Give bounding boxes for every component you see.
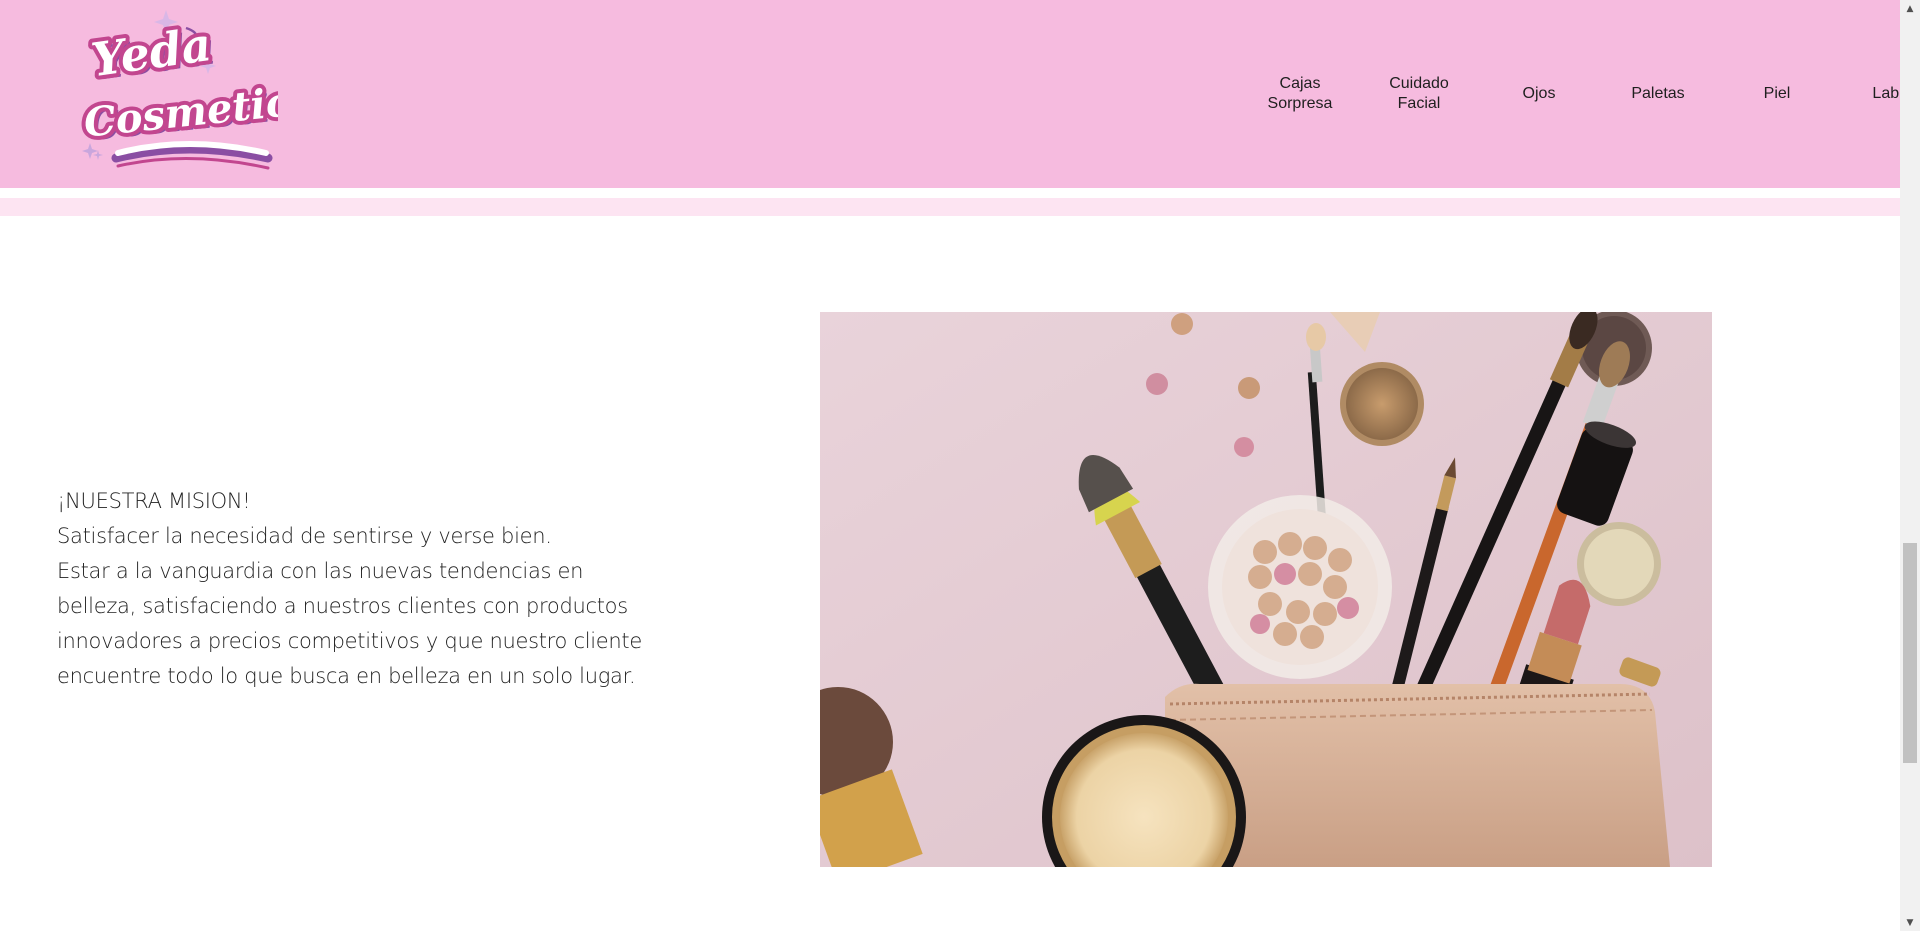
scroll-up-arrow-icon[interactable]: ▲ xyxy=(1900,0,1920,17)
mission-section: ¡NUESTRA MISION! Satisfacer la necesidad… xyxy=(57,484,667,694)
nav-item-cuidado-facial[interactable]: Cuidado Facial xyxy=(1364,74,1474,114)
scroll-thumb[interactable] xyxy=(1903,543,1917,763)
nav-item-ojos[interactable]: Ojos xyxy=(1484,84,1594,104)
makeup-photo xyxy=(820,312,1712,867)
scroll-down-arrow-icon[interactable]: ▼ xyxy=(1900,914,1920,931)
main-nav: Cajas Sorpresa Cuidado Facial Ojos Palet… xyxy=(1220,0,1900,188)
mission-heading: ¡NUESTRA MISION! xyxy=(57,489,251,513)
nav-label-line: Sorpresa xyxy=(1267,95,1333,112)
nav-item-paletas[interactable]: Paletas xyxy=(1603,84,1713,104)
mission-line: Estar a la vanguardia con las nuevas ten… xyxy=(57,559,584,583)
nav-label-line: Facial xyxy=(1397,95,1441,112)
nav-label-line: Cajas xyxy=(1279,75,1321,92)
header-gap xyxy=(0,188,1900,198)
nav-item-piel[interactable]: Piel xyxy=(1722,84,1832,104)
mission-line: belleza, satisfaciendo a nuestros client… xyxy=(57,594,628,618)
page-scrollbar[interactable]: ▲ ▼ xyxy=(1900,0,1920,931)
nav-label-line: Cuidado xyxy=(1389,75,1449,92)
mission-line: innovadores a precios competitivos y que… xyxy=(57,629,642,653)
decorative-strip xyxy=(0,198,1900,216)
mission-line: encuentre todo lo que busca en belleza e… xyxy=(57,664,636,688)
mission-line: Satisfacer la necesidad de sentirse y ve… xyxy=(57,524,552,548)
nav-item-cajas-sorpresa[interactable]: Cajas Sorpresa xyxy=(1245,74,1355,114)
site-header: Yeda Cosmetics Yeda Cosmetics Yeda Cosme… xyxy=(0,0,1900,188)
nav-item-labios[interactable]: Labios xyxy=(1841,84,1900,104)
brand-logo[interactable]: Yeda Cosmetics Yeda Cosmetics Yeda Cosme… xyxy=(78,8,319,178)
page: Yeda Cosmetics Yeda Cosmetics Yeda Cosme… xyxy=(0,0,1920,931)
